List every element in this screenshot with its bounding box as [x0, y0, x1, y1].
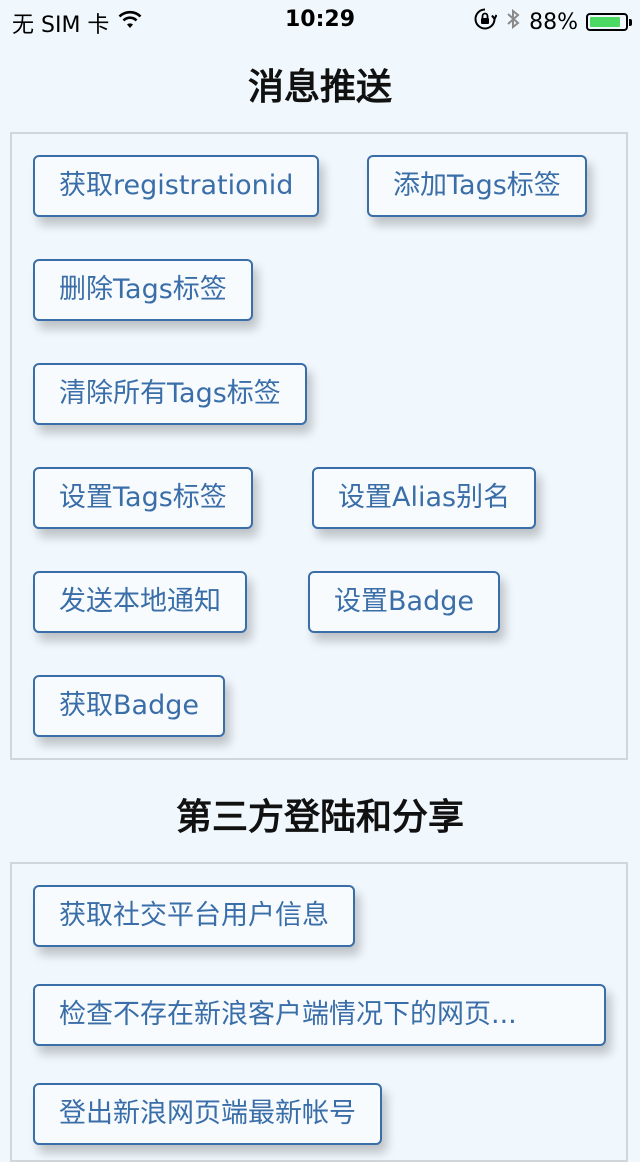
- section-title-social: 第三方登陆和分享: [175, 797, 464, 838]
- status-bar: 无 SIM 卡 10:29 88%: [0, 0, 640, 40]
- section-title-push: 消息推送: [247, 67, 392, 108]
- add-tags-button[interactable]: 添加Tags标签: [367, 155, 587, 217]
- get-registrationid-button[interactable]: 获取registrationid: [33, 155, 320, 217]
- bluetooth-icon: [505, 7, 521, 37]
- battery-icon: [586, 13, 632, 31]
- battery-percent: 88%: [529, 9, 578, 35]
- check-sina-web-button[interactable]: 检查不存在新浪客户端情况下的网页...: [33, 984, 606, 1046]
- push-panel: 获取registrationid 添加Tags标签 删除Tags标签 清除所有T…: [10, 132, 628, 760]
- set-tags-button[interactable]: 设置Tags标签: [33, 467, 253, 529]
- status-right: 88%: [473, 7, 632, 37]
- set-badge-button[interactable]: 设置Badge: [308, 571, 500, 633]
- clear-all-tags-button[interactable]: 清除所有Tags标签: [33, 363, 307, 425]
- send-local-notification-button[interactable]: 发送本地通知: [33, 571, 247, 633]
- get-badge-button[interactable]: 获取Badge: [33, 675, 225, 737]
- orientation-lock-icon: [473, 7, 498, 37]
- set-alias-button[interactable]: 设置Alias别名: [312, 467, 537, 529]
- delete-tags-button[interactable]: 删除Tags标签: [33, 259, 253, 321]
- get-social-user-info-button[interactable]: 获取社交平台用户信息: [33, 885, 355, 947]
- battery-level: [590, 17, 620, 27]
- social-panel: 获取社交平台用户信息 检查不存在新浪客户端情况下的网页... 登出新浪网页端最新…: [10, 862, 628, 1162]
